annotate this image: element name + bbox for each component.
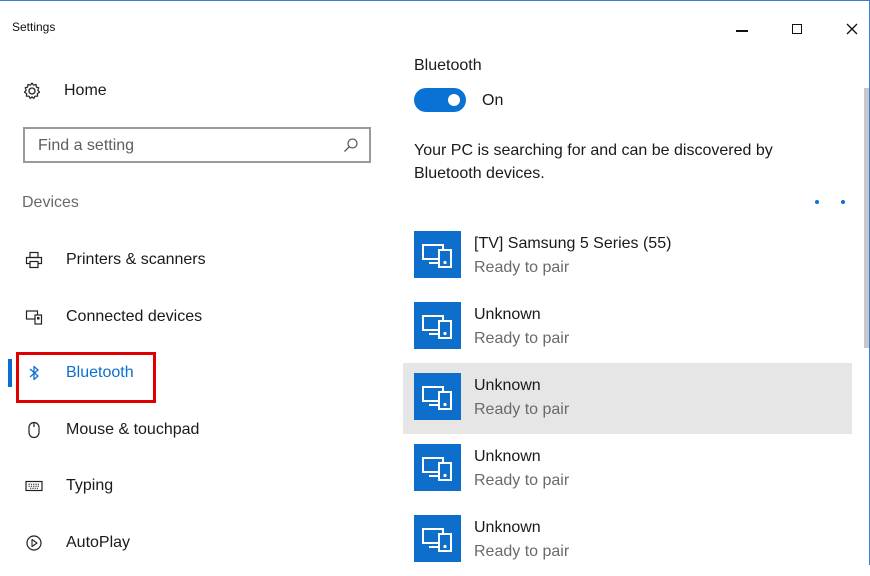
search-box[interactable] [23, 127, 371, 163]
device-status: Ready to pair [474, 543, 570, 560]
window-title: Settings [12, 20, 56, 34]
minimize-icon [736, 30, 748, 32]
active-indicator [8, 359, 12, 387]
home-label: Home [64, 82, 107, 99]
gear-icon [23, 82, 41, 100]
device-name: Unknown [474, 306, 541, 323]
device-icon [414, 231, 461, 278]
device-icon [414, 373, 461, 420]
device-item-selected[interactable]: Unknown Ready to pair [403, 363, 852, 434]
device-item[interactable]: [TV] Samsung 5 Series (55) Ready to pair [403, 221, 852, 292]
discovery-description: Your PC is searching for and can be disc… [414, 142, 773, 182]
bluetooth-icon [24, 363, 44, 383]
toggle-state-label: On [482, 92, 504, 109]
autoplay-icon [24, 533, 44, 553]
home-nav-item[interactable]: Home [22, 76, 107, 106]
device-list: [TV] Samsung 5 Series (55) Ready to pair… [403, 221, 852, 576]
sidebar-item-connected-devices[interactable]: Connected devices [0, 289, 390, 346]
sidebar-item-label: Printers & scanners [66, 251, 206, 269]
sidebar-item-label: Connected devices [66, 307, 203, 325]
close-icon [846, 23, 858, 35]
sidebar-item-printers[interactable]: Printers & scanners [0, 232, 390, 289]
keyboard-icon [24, 476, 44, 496]
device-name: Unknown [474, 519, 541, 536]
devices-section-label: Devices [22, 194, 79, 211]
progress-dot [815, 200, 819, 204]
device-name: Unknown [474, 448, 541, 465]
scrollbar-thumb[interactable] [864, 88, 869, 348]
bluetooth-toggle[interactable] [414, 88, 466, 112]
device-icon [414, 302, 461, 349]
device-status: Ready to pair [474, 330, 570, 347]
device-status: Ready to pair [474, 259, 570, 276]
sidebar-item-label: AutoPlay [66, 533, 131, 551]
sidebar-item-mouse[interactable]: Mouse & touchpad [0, 402, 390, 459]
minimize-button[interactable] [722, 12, 762, 46]
sidebar-item-label: Bluetooth [66, 364, 134, 382]
sidebar-item-label: Typing [66, 477, 114, 495]
device-icon [414, 515, 461, 562]
maximize-icon [792, 24, 802, 34]
sidebar-nav: Printers & scanners Connected devices Bl… [0, 232, 390, 571]
search-icon[interactable] [343, 137, 359, 153]
device-item[interactable]: Unknown Ready to pair [403, 292, 852, 363]
bluetooth-heading: Bluetooth [414, 57, 482, 74]
title-bar: Settings [0, 0, 870, 52]
printer-icon [24, 250, 44, 270]
connected-devices-icon [24, 307, 44, 327]
searching-progress-dots [815, 191, 867, 209]
device-icon [414, 444, 461, 491]
progress-dot [841, 200, 845, 204]
device-item[interactable]: Unknown Ready to pair [403, 434, 852, 505]
sidebar-item-autoplay[interactable]: AutoPlay [0, 515, 390, 572]
close-button[interactable] [832, 12, 870, 46]
search-input[interactable] [25, 129, 340, 163]
toggle-knob [448, 94, 460, 106]
device-status: Ready to pair [474, 472, 570, 489]
scrollbar[interactable] [862, 52, 870, 565]
device-name: [TV] Samsung 5 Series (55) [474, 235, 672, 252]
mouse-icon [24, 420, 44, 440]
maximize-button[interactable] [777, 12, 817, 46]
sidebar-item-label: Mouse & touchpad [66, 420, 200, 438]
device-name: Unknown [474, 377, 541, 394]
sidebar-item-typing[interactable]: Typing [0, 458, 390, 515]
device-status: Ready to pair [474, 401, 570, 418]
sidebar-item-bluetooth[interactable]: Bluetooth [0, 345, 390, 402]
device-item[interactable]: Unknown Ready to pair [403, 505, 852, 576]
